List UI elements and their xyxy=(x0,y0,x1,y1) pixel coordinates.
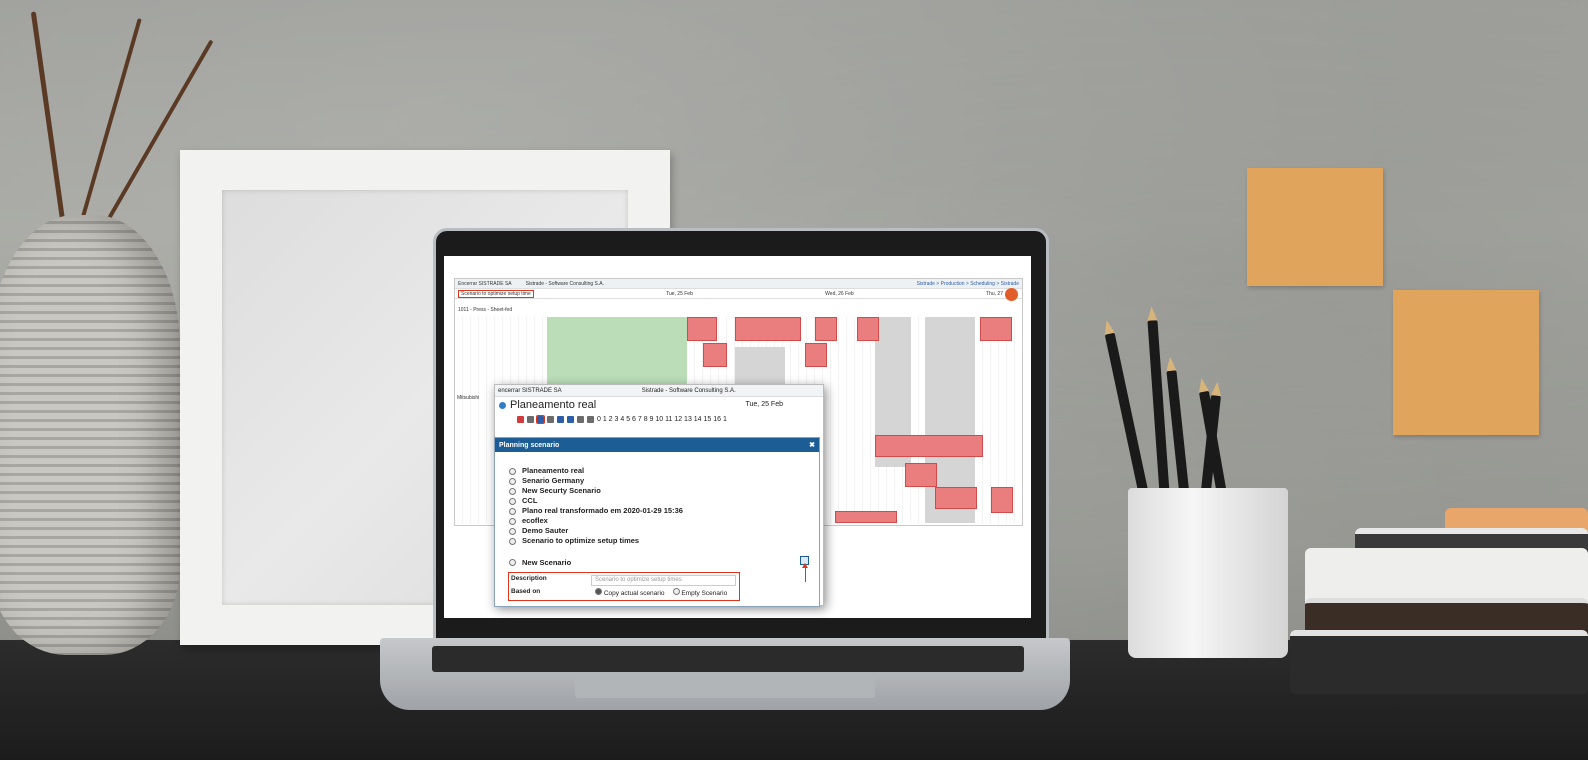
app-titlebar: Encerrar SISTRADE SA Sistrade - Software… xyxy=(455,279,1022,289)
new-scenario-form: Description Scenario to optimize setup t… xyxy=(508,572,740,601)
dialog-title: Planning scenario xyxy=(499,441,560,449)
expand-icon[interactable] xyxy=(509,487,516,495)
app-window-title: Encerrar SISTRADE SA xyxy=(458,280,512,287)
radio-unchecked-icon[interactable] xyxy=(672,588,680,595)
resource-row-label: 1011 - Press - Sheet-fed xyxy=(458,307,513,313)
info-icon xyxy=(499,401,506,409)
description-field[interactable]: Scenario to optimize setup times xyxy=(591,575,736,586)
expand-icon[interactable] xyxy=(509,517,516,525)
hours-ruler: 0 1 2 3 4 5 6 7 8 9 10 11 12 13 14 15 16… xyxy=(597,416,727,423)
menu-icon[interactable] xyxy=(1005,288,1018,301)
app-company: Sistrade - Software Consulting S.A. xyxy=(525,280,605,287)
planning-scenario-dialog: Planning scenario ✖ Planeamento real Sen… xyxy=(494,437,820,607)
expand-icon[interactable] xyxy=(509,497,516,505)
gantt-task[interactable] xyxy=(735,317,801,341)
breadcrumb[interactable]: Sistrade > Production > Scheduling > Sis… xyxy=(917,281,1019,287)
overlay-date: Tue, 25 Feb xyxy=(745,401,784,408)
copy-icon[interactable] xyxy=(527,416,534,423)
vase xyxy=(0,215,180,655)
gantt-task[interactable] xyxy=(980,317,1012,341)
laptop-screen: Encerrar SISTRADE SA Sistrade - Software… xyxy=(444,256,1031,618)
zoom-out-icon[interactable] xyxy=(587,416,594,423)
sticky-note xyxy=(1247,168,1383,286)
book xyxy=(1290,630,1588,694)
gantt-task[interactable] xyxy=(835,511,897,523)
overlay-window-title: encerrar SISTRADE SA xyxy=(498,387,562,394)
calendar-icon[interactable] xyxy=(567,416,574,423)
sticky-note xyxy=(1393,290,1539,435)
side-label: Mitsubishi xyxy=(457,395,480,401)
list-item[interactable]: Plano real transformado em 2020-01-29 15… xyxy=(509,506,819,516)
desk-scene: Encerrar SISTRADE SA Sistrade - Software… xyxy=(0,0,1588,760)
gantt-task[interactable] xyxy=(805,343,827,367)
list-item[interactable]: Senario Germany xyxy=(509,476,819,486)
gantt-task[interactable] xyxy=(815,317,837,341)
laptop-trackpad xyxy=(575,676,875,698)
based-on-label: Based on xyxy=(511,588,541,595)
laptop-keyboard xyxy=(432,646,1024,672)
list-item[interactable]: ecoflex xyxy=(509,516,819,526)
gantt-task[interactable] xyxy=(935,487,977,509)
planning-window: encerrar SISTRADE SA Sistrade - Software… xyxy=(494,384,824,607)
plan-title: Planeamento real xyxy=(510,399,597,411)
toolbar: 0 1 2 3 4 5 6 7 8 9 10 11 12 13 14 15 16… xyxy=(517,415,727,424)
scenario-selector[interactable]: Scenario to optimize setup time xyxy=(458,289,534,298)
app-header-row: Scenario to optimize setup time Tue, 25 … xyxy=(455,289,1022,299)
expand-icon[interactable] xyxy=(509,467,516,475)
description-label: Description xyxy=(511,575,547,582)
gantt-task[interactable] xyxy=(991,487,1013,513)
add-icon[interactable] xyxy=(509,559,516,566)
based-on-options: Copy actual scenario Empty Scenario xyxy=(595,588,727,597)
list-item[interactable]: Scenario to optimize setup times xyxy=(509,536,819,546)
radio-empty[interactable]: Empty Scenario xyxy=(672,588,727,597)
radio-checked-icon[interactable] xyxy=(595,588,602,595)
list-icon[interactable] xyxy=(557,416,564,423)
pdf-icon[interactable] xyxy=(517,416,524,423)
close-icon[interactable]: ✖ xyxy=(809,441,815,449)
expand-icon[interactable] xyxy=(509,477,516,485)
date-label: Wed, 26 Feb xyxy=(825,290,854,297)
gantt-task[interactable] xyxy=(687,317,717,341)
expand-icon[interactable] xyxy=(509,527,516,535)
date-label: Thu, 27 xyxy=(986,290,1003,297)
expand-icon[interactable] xyxy=(509,537,516,545)
gantt-task[interactable] xyxy=(703,343,727,367)
scenario-list: Planeamento real Senario Germany New Sec… xyxy=(495,452,819,546)
overlay-company: Sistrade - Software Consulting S.A. xyxy=(641,387,736,394)
annotation-arrow xyxy=(802,563,808,582)
expand-icon[interactable] xyxy=(509,507,516,515)
list-item[interactable]: Demo Sauter xyxy=(509,526,819,536)
gantt-task[interactable] xyxy=(875,435,983,457)
zoom-in-icon[interactable] xyxy=(577,416,584,423)
date-label: Tue, 25 Feb xyxy=(666,290,693,297)
list-item[interactable]: New Securty Scenario xyxy=(509,486,819,496)
gantt-task[interactable] xyxy=(905,463,937,487)
new-scenario-label: New Scenario xyxy=(522,558,572,567)
radio-copy[interactable]: Copy actual scenario xyxy=(595,588,665,597)
scenario-icon[interactable] xyxy=(536,415,545,424)
new-scenario-row[interactable]: New Scenario xyxy=(509,558,571,567)
settings-icon[interactable] xyxy=(547,416,554,423)
dialog-header: Planning scenario ✖ xyxy=(495,438,819,452)
overlay-titlebar: encerrar SISTRADE SA Sistrade - Software… xyxy=(495,385,823,397)
plan-title-row: Planeamento real xyxy=(499,399,596,411)
pencil-cup xyxy=(1128,488,1288,658)
gantt-task[interactable] xyxy=(857,317,879,341)
list-item[interactable]: Planeamento real xyxy=(509,466,819,476)
list-item[interactable]: CCL xyxy=(509,496,819,506)
